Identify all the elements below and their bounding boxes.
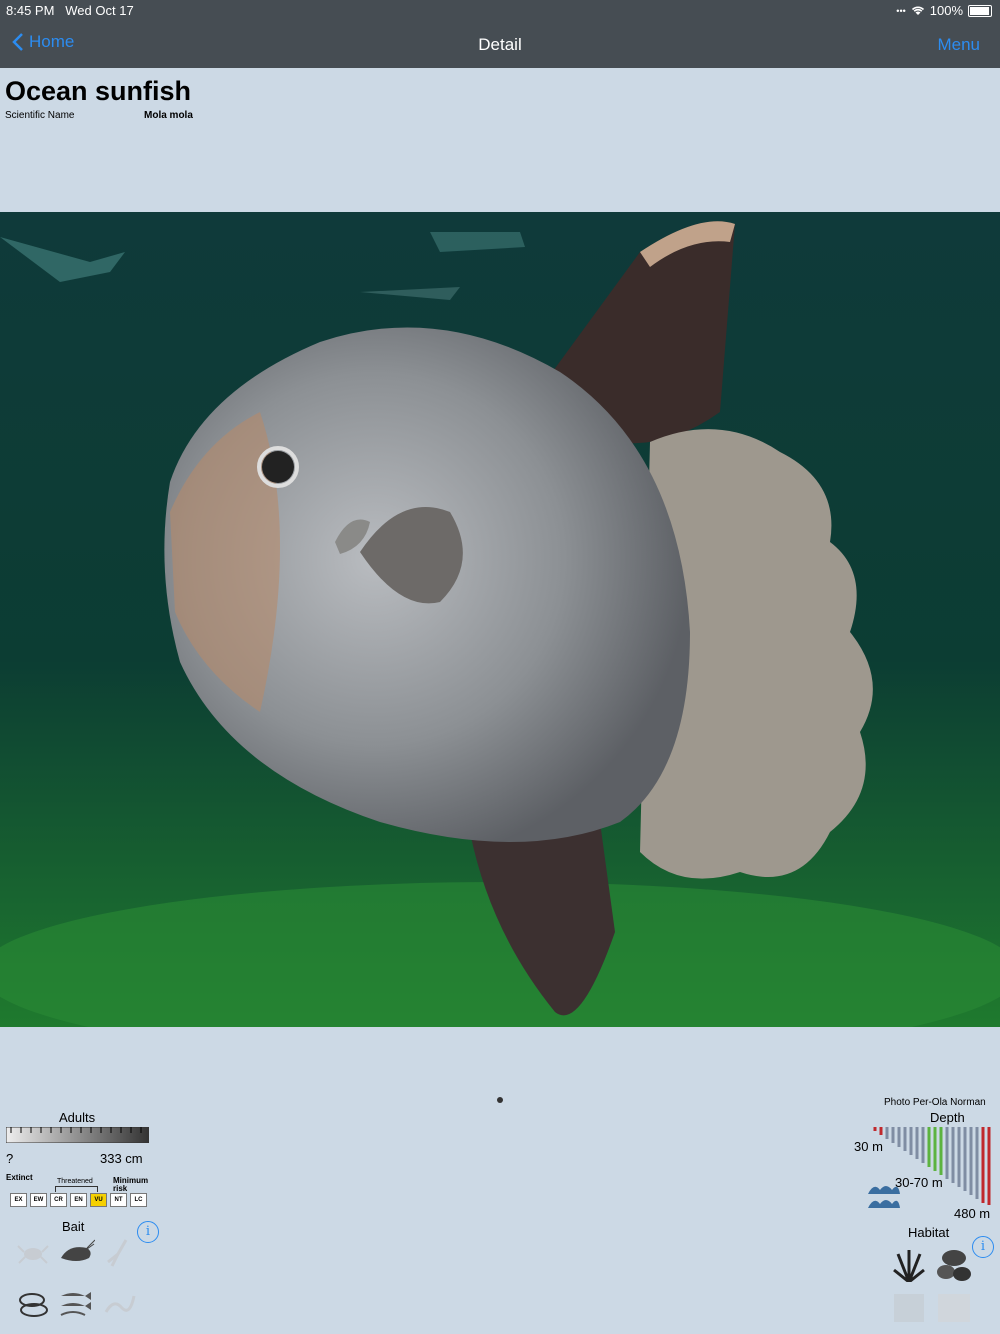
status-time: 8:45 PM Wed Oct 17 xyxy=(6,3,134,18)
scientific-name-label: Scientific Name xyxy=(5,110,75,121)
rocks-icon xyxy=(937,1250,971,1281)
shrimp-icon xyxy=(61,1239,95,1261)
bait-heading: Bait xyxy=(62,1219,85,1234)
status-bar: 8:45 PM Wed Oct 17 ••• 100% xyxy=(0,0,1000,20)
menu-button[interactable]: Menu xyxy=(937,35,980,55)
adults-min: ? xyxy=(6,1151,14,1166)
iucn-cr: CR xyxy=(50,1193,67,1207)
fish-bait-icon xyxy=(60,1292,91,1316)
scientific-name-value: Mola mola xyxy=(144,110,193,121)
mussel-icon xyxy=(19,1293,48,1317)
battery-percent: 100% xyxy=(929,3,963,18)
gravel-icon xyxy=(894,1294,924,1322)
iucn-extinct-label: Extinct xyxy=(6,1173,33,1182)
signal-icon: ••• xyxy=(896,5,906,16)
size-ruler-icon xyxy=(6,1127,149,1143)
depth-heading: Depth xyxy=(930,1110,965,1125)
battery-icon xyxy=(968,4,992,17)
adults-heading: Adults xyxy=(59,1110,96,1125)
species-title: Ocean sunfish xyxy=(5,76,192,106)
photo-credit: Photo Per-Ola Norman xyxy=(884,1097,986,1108)
iucn-status-scale: EX EW CR EN VU NT LC xyxy=(10,1193,147,1207)
iucn-nt: NT xyxy=(110,1193,127,1207)
iucn-minimum-risk-label: Minimum risk xyxy=(113,1176,149,1193)
iucn-lc: LC xyxy=(130,1193,147,1207)
nav-title: Detail xyxy=(478,35,522,54)
iucn-en: EN xyxy=(70,1193,87,1207)
species-photo[interactable] xyxy=(0,212,1000,1027)
threatened-bracket xyxy=(55,1186,98,1192)
crab-icon xyxy=(17,1245,49,1264)
depth-top: 30 m xyxy=(854,1139,883,1154)
iucn-ex: EX xyxy=(10,1193,27,1207)
iucn-vu: VU xyxy=(90,1193,107,1207)
sand-icon xyxy=(938,1294,970,1322)
squid-icon xyxy=(107,1239,128,1267)
wifi-icon xyxy=(911,6,924,15)
nav-bar: Home Detail Menu xyxy=(0,20,1000,68)
adults-max: 333 cm xyxy=(100,1151,143,1166)
worm-icon xyxy=(104,1295,136,1313)
bait-info-button[interactable]: i xyxy=(137,1221,159,1243)
habitat-heading: Habitat xyxy=(908,1225,950,1240)
seaweed-icon xyxy=(893,1250,925,1282)
habitat-info-button[interactable]: i xyxy=(972,1236,994,1258)
iucn-threatened-label: Threatened xyxy=(57,1178,93,1185)
page-indicator[interactable] xyxy=(497,1097,503,1103)
iucn-ew: EW xyxy=(30,1193,47,1207)
waves-icon xyxy=(868,1186,900,1208)
depth-bottom: 480 m xyxy=(954,1206,991,1221)
sunfish-photo-image xyxy=(0,212,1000,1027)
depth-range: 30-70 m xyxy=(895,1175,943,1190)
